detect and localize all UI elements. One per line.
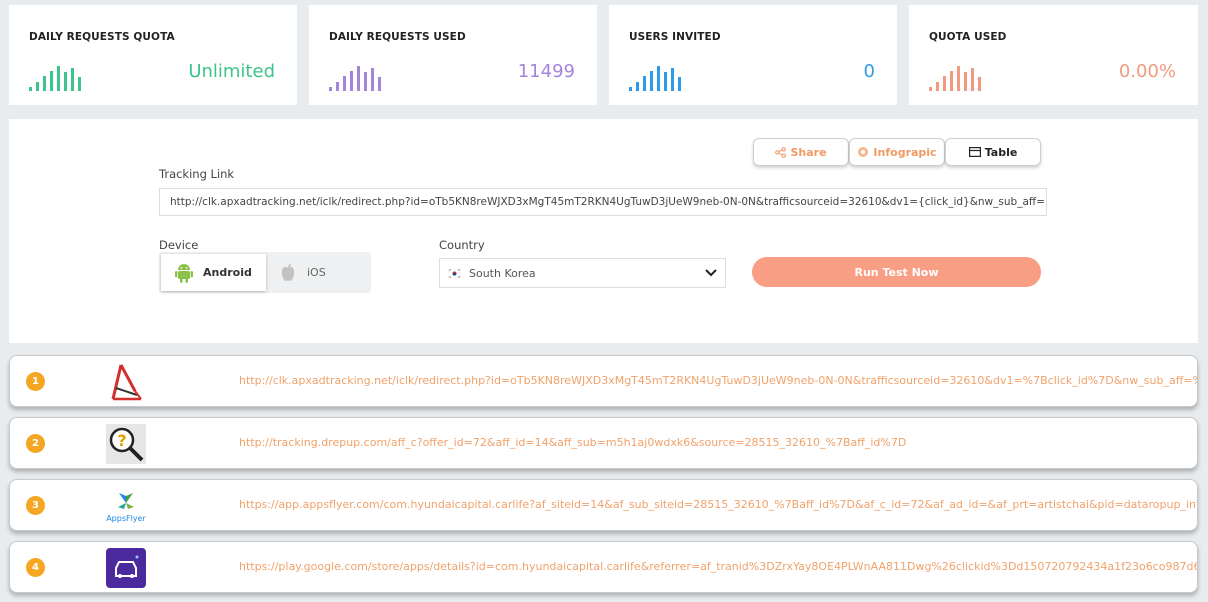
step-number: 3 (26, 496, 45, 515)
stat-title: DAILY REQUESTS USED (329, 31, 466, 43)
table-icon (968, 147, 981, 157)
table-button[interactable]: Table (945, 138, 1041, 166)
redirect-row: 3 AppsFlyer https://app.appsflyer.com/co… (9, 479, 1198, 531)
redirect-url[interactable]: https://app.appsflyer.com/com.hyundaicap… (239, 498, 1197, 511)
stat-value: 0.00% (1118, 61, 1176, 82)
device-option-android[interactable]: Android (161, 254, 266, 291)
step-number: 4 (26, 558, 45, 577)
stat-value: 11499 (517, 61, 575, 82)
stat-card-quota: DAILY REQUESTS QUOTA Unlimited (9, 5, 297, 105)
bar-chart-icon (929, 66, 981, 91)
app-icon (106, 548, 146, 588)
redirect-url[interactable]: http://clk.apxadtracking.net/iclk/redire… (239, 374, 1197, 387)
redirect-row: 1 http://clk.apxadtracking.net/iclk/redi… (9, 355, 1198, 407)
share-label: Share (790, 145, 827, 159)
stat-card-invited: USERS INVITED 0 (609, 5, 897, 105)
infographic-label: Infograpic (873, 145, 937, 159)
device-option-ios[interactable]: iOS (269, 254, 369, 291)
redirect-url[interactable]: http://tracking.drepup.com/aff_c?offer_i… (239, 436, 906, 449)
magnifier-question-icon: ? (106, 424, 146, 464)
redirect-row: 2 ? http://tracking.drepup.com/aff_c?off… (9, 417, 1198, 469)
stat-title: DAILY REQUESTS QUOTA (29, 31, 175, 43)
apx-logo-icon (111, 364, 142, 401)
bar-chart-icon (29, 66, 81, 91)
country-select[interactable]: South Korea (439, 258, 726, 288)
bar-chart-icon (329, 66, 381, 91)
share-icon (775, 146, 787, 158)
stat-title: USERS INVITED (629, 31, 721, 43)
south-korea-flag-icon (448, 268, 461, 278)
infographic-icon (858, 147, 869, 157)
device-label: Device (159, 238, 199, 252)
svg-text:?: ? (117, 431, 126, 450)
infographic-button[interactable]: Infograpic (849, 138, 945, 166)
country-label: Country (439, 238, 485, 252)
svg-text:AppsFlyer: AppsFlyer (106, 514, 146, 523)
table-label: Table (984, 145, 1018, 159)
run-test-button[interactable]: Run Test Now (752, 257, 1041, 287)
chevron-down-icon (705, 269, 717, 277)
appsflyer-logo-icon: AppsFlyer (106, 493, 146, 523)
android-icon (175, 263, 193, 283)
device-toggle: Android iOS (159, 252, 371, 293)
share-button[interactable]: Share (753, 138, 849, 166)
bar-chart-icon (629, 66, 681, 91)
country-selected: South Korea (469, 266, 536, 280)
tracking-link-label: Tracking Link (159, 167, 235, 181)
redirect-row: 4 https://play.google.com/store/apps/det… (9, 541, 1198, 593)
android-label: Android (203, 266, 252, 279)
ios-label: iOS (307, 266, 326, 279)
step-number: 2 (26, 434, 45, 453)
redirect-url[interactable]: https://play.google.com/store/apps/detai… (239, 560, 1197, 573)
stat-value: 0 (863, 61, 875, 82)
stat-title: QUOTA USED (929, 31, 1007, 43)
step-number: 1 (26, 372, 45, 391)
apple-icon (281, 263, 295, 281)
stat-card-quota-used: QUOTA USED 0.00% (909, 5, 1198, 105)
stat-card-used: DAILY REQUESTS USED 11499 (309, 5, 597, 105)
tracking-link-input[interactable]: http://clk.apxadtracking.net/iclk/redire… (159, 188, 1047, 216)
stat-value: Unlimited (188, 61, 275, 82)
